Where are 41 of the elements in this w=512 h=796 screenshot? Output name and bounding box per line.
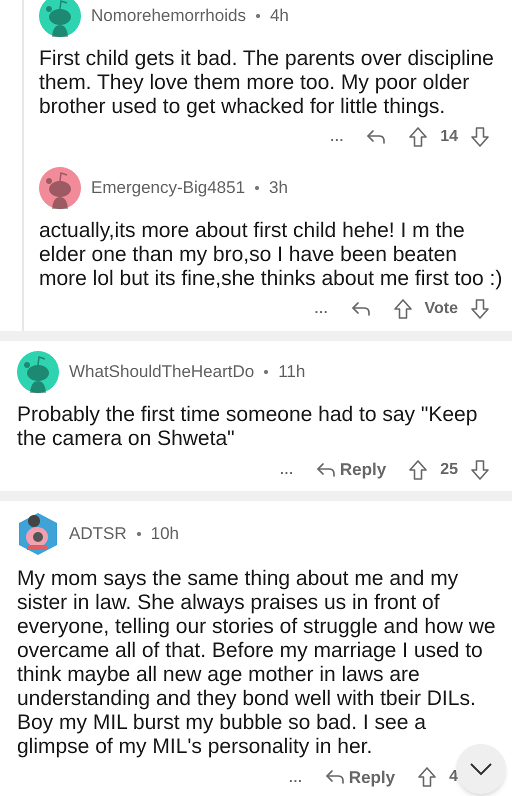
reply-icon [366,129,386,145]
chevron-down-icon [469,762,493,776]
avatar-icon[interactable] [17,351,59,393]
comment-text: First child gets it bad. The parents over discipline them. They love them more too. My poor older brother used to get whacked for little things. [39,47,495,119]
upvote-icon[interactable] [408,458,428,481]
reply-icon [324,769,345,786]
reply-button[interactable]: Reply [316,457,386,482]
avatar-icon[interactable] [39,167,81,209]
reply-button[interactable] [350,301,371,317]
more-options-button[interactable]: ... [288,768,303,787]
more-options-button[interactable]: ... [314,299,329,319]
comment-text: actually,its more about first child hehe! I m the elder one than my bro,so I have been beaten more lol but its fine,she thinks about me first too :) [39,219,504,291]
vote-score: 25 [440,460,458,480]
comment-age: 3h [269,177,288,200]
avatar-icon[interactable] [39,0,81,37]
more-options-button[interactable]: ... [330,127,344,147]
comment-author[interactable]: ADTSR [69,520,127,546]
reply-icon [350,301,371,317]
downvote-icon[interactable] [470,298,490,320]
downvote-icon[interactable] [470,458,490,481]
upvote-icon[interactable] [417,766,438,788]
comment-author[interactable]: Nomorehemorrhoids [91,3,246,29]
reply-button[interactable] [366,129,386,145]
vote-score: Vote [424,299,458,319]
reply-button[interactable]: Reply [324,764,396,790]
comment-text: My mom says the same thing about me and my sister in law. She always praises us in front of everyone, telling our stories of struggle and how we overcame all of that. Before my marriage I used to think maybe all new age mother in laws are understanding and they bond well with tbeir DILs. Boy my MIL burst my bubble so bad. I see a glimpse of my MIL's personality in her. [17,566,497,758]
reply-icon [316,462,336,478]
upvote-icon[interactable] [392,298,413,320]
more-options-button[interactable]: ... [280,460,294,480]
comment-age: 4h [270,5,289,28]
comment-author[interactable]: Emergency-Big4851 [91,175,246,201]
upvote-icon[interactable] [408,126,428,148]
downvote-icon[interactable] [470,126,490,148]
comment-text: Probably the first time someone had to say "Keep the camera on Shweta" [17,403,478,451]
comment-author[interactable]: WhatShouldTheHeartDo [69,359,254,385]
comment-age: 11h [278,361,306,384]
scroll-down-button[interactable] [456,744,506,794]
vote-score: 14 [440,127,458,147]
comment-age: 10h [150,522,179,545]
vote-score: 4 [449,767,458,788]
avatar-icon[interactable] [17,510,59,556]
